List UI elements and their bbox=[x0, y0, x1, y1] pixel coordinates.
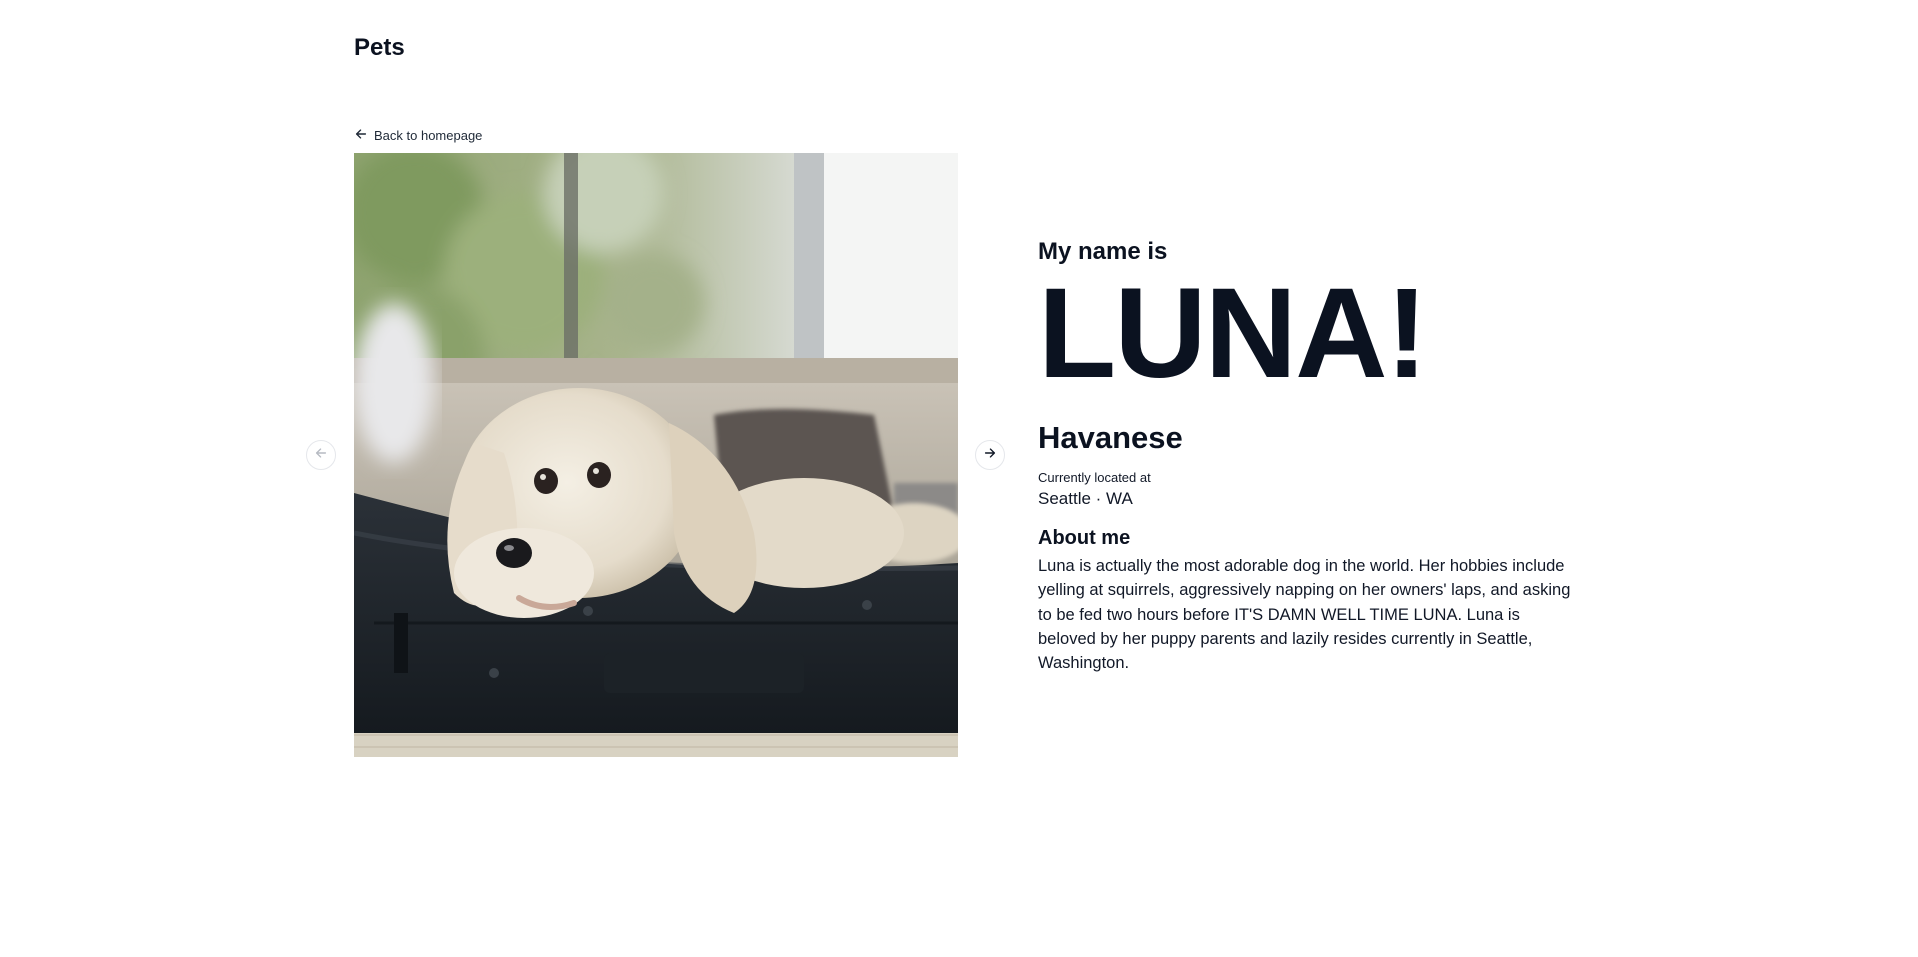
arrow-left-icon bbox=[314, 446, 328, 465]
about-heading: About me bbox=[1038, 527, 1131, 549]
pet-name: LUNA! bbox=[1038, 262, 1428, 405]
location-value: Seattle · WA bbox=[1038, 489, 1133, 508]
pet-details: My name is LUNA! Havanese Currently loca… bbox=[1038, 238, 1598, 675]
location-label: Currently located at bbox=[1038, 470, 1151, 485]
previous-photo-button[interactable] bbox=[306, 440, 336, 470]
pet-photo bbox=[354, 153, 958, 757]
arrow-right-icon bbox=[983, 446, 997, 465]
about-text: Luna is actually the most adorable dog i… bbox=[1038, 557, 1571, 673]
back-link-label: Back to homepage bbox=[374, 128, 483, 143]
arrow-left-icon bbox=[354, 127, 368, 144]
next-photo-button[interactable] bbox=[975, 440, 1005, 470]
back-to-homepage-link[interactable]: Back to homepage bbox=[354, 127, 482, 144]
site-title[interactable]: Pets bbox=[354, 34, 405, 62]
pet-breed: Havanese bbox=[1038, 420, 1183, 455]
